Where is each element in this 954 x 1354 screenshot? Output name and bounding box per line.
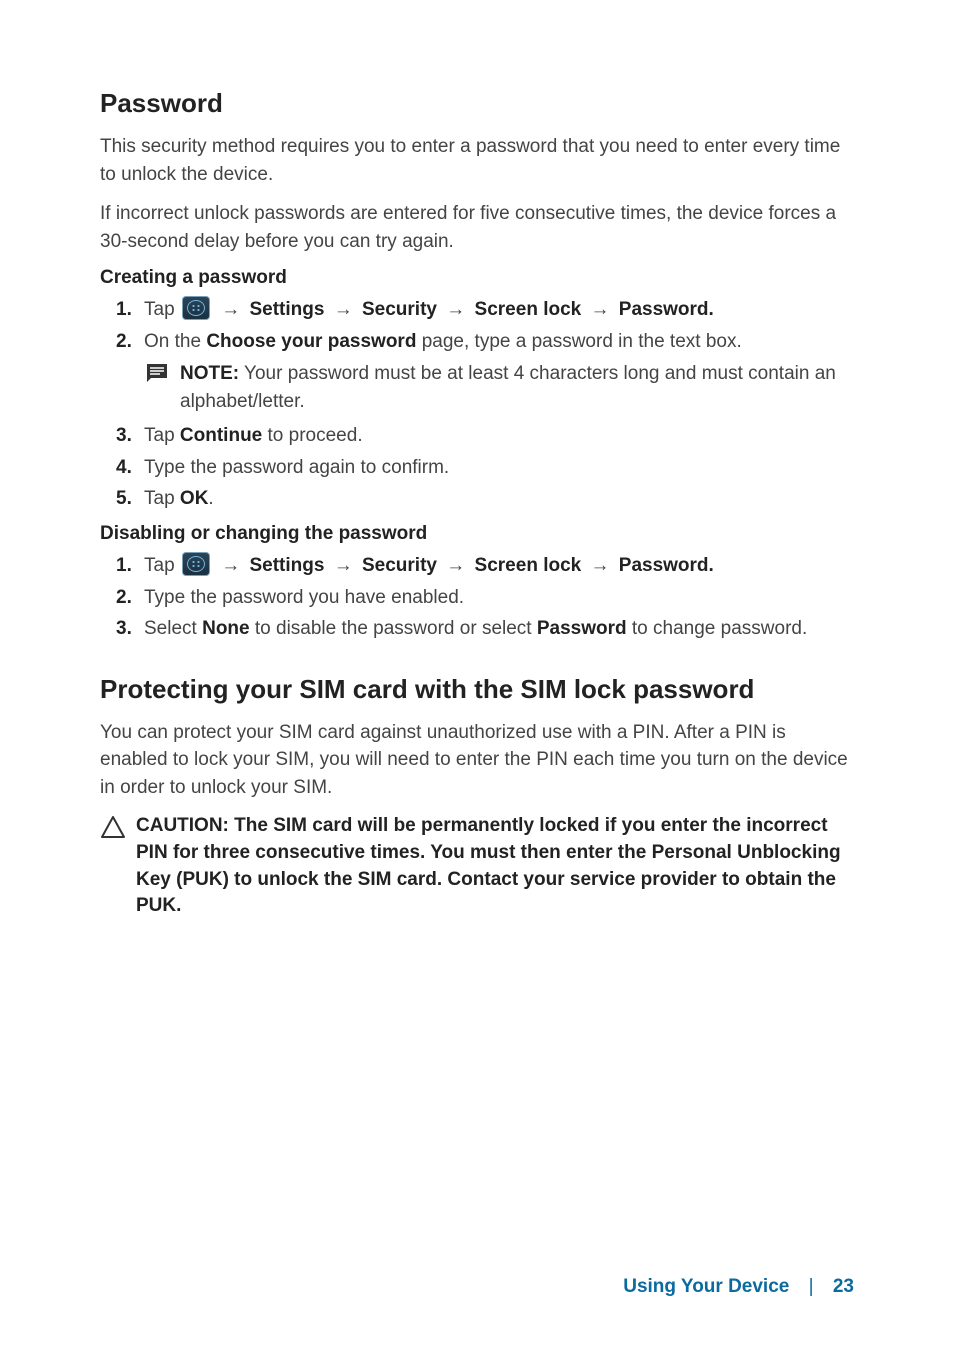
step-text: Tap (144, 555, 180, 576)
step-2: 2. On the Choose your password page, typ… (128, 327, 854, 416)
sim-intro: You can protect your SIM card against un… (100, 719, 854, 802)
step-2: 2. Type the password you have enabled. (128, 583, 854, 612)
step-text: Type the password you have enabled. (144, 587, 464, 608)
step-text: to disable the password or select (250, 618, 537, 639)
step-number: 5. (116, 484, 132, 513)
note-icon (144, 362, 170, 384)
step-number: 2. (116, 327, 132, 356)
nav-password: Password (619, 555, 709, 576)
choose-password-label: Choose your password (206, 331, 416, 352)
step-text: page, type a password in the text box. (416, 331, 741, 352)
footer-section-label: Using Your Device (623, 1276, 789, 1297)
nav-screen-lock: Screen lock (475, 299, 582, 320)
ok-label: OK (180, 488, 209, 509)
heading-sim-lock: Protecting your SIM card with the SIM lo… (100, 674, 854, 705)
intro-paragraph-1: This security method requires you to ent… (100, 133, 854, 188)
password-label: Password (537, 618, 627, 639)
step-3: 3. Select None to disable the password o… (128, 614, 854, 643)
step-text: . (208, 488, 213, 509)
step-number: 3. (116, 614, 132, 643)
intro-paragraph-2: If incorrect unlock passwords are entere… (100, 200, 854, 255)
page-footer: Using Your Device | 23 (623, 1276, 854, 1298)
continue-label: Continue (180, 425, 262, 446)
step-text: Tap (144, 488, 180, 509)
steps-create-password: 1. Tap → Settings → Security → Screen lo… (100, 295, 854, 513)
step-number: 2. (116, 583, 132, 612)
note-label: NOTE: (180, 363, 239, 384)
step-4: 4. Type the password again to confirm. (128, 453, 854, 482)
nav-settings: Settings (249, 555, 324, 576)
step-1: 1. Tap → Settings → Security → Screen lo… (128, 551, 854, 580)
arrow-icon: → (446, 555, 465, 576)
step-1: 1. Tap → Settings → Security → Screen lo… (128, 295, 854, 324)
page-number: 23 (833, 1276, 854, 1297)
arrow-icon: → (334, 555, 353, 576)
apps-icon (182, 296, 210, 320)
arrow-icon: → (591, 299, 610, 320)
step-number: 4. (116, 453, 132, 482)
step-3: 3. Tap Continue to proceed. (128, 421, 854, 450)
subhead-disabling-password: Disabling or changing the password (100, 523, 854, 545)
step-number: 3. (116, 421, 132, 450)
page: Password This security method requires y… (0, 0, 954, 1354)
step-number: 1. (116, 551, 132, 580)
nav-security: Security (362, 555, 437, 576)
nav-security: Security (362, 299, 437, 320)
arrow-icon: → (334, 299, 353, 320)
note-text: Your password must be at least 4 charact… (180, 363, 836, 412)
arrow-icon: → (591, 555, 610, 576)
step-text: Tap (144, 425, 180, 446)
step-text: On the (144, 331, 206, 352)
step-text: Tap (144, 299, 180, 320)
arrow-icon: → (221, 299, 240, 320)
apps-icon (182, 552, 210, 576)
step-text: Type the password again to confirm. (144, 457, 449, 478)
step-text: to proceed. (262, 425, 362, 446)
caution-icon (100, 815, 126, 839)
subhead-creating-password: Creating a password (100, 267, 854, 289)
none-label: None (202, 618, 250, 639)
step-text: to change password. (627, 618, 808, 639)
step-text: Select (144, 618, 202, 639)
caution-text: CAUTION: The SIM card will be permanentl… (136, 815, 841, 916)
step-number: 1. (116, 295, 132, 324)
nav-password: Password (619, 299, 709, 320)
footer-separator: | (809, 1276, 814, 1298)
steps-disable-password: 1. Tap → Settings → Security → Screen lo… (100, 551, 854, 643)
caution-block: CAUTION: The SIM card will be permanentl… (100, 813, 854, 919)
arrow-icon: → (221, 555, 240, 576)
heading-password: Password (100, 88, 854, 119)
note-block: NOTE: Your password must be at least 4 c… (144, 360, 854, 415)
step-5: 5. Tap OK. (128, 484, 854, 513)
arrow-icon: → (446, 299, 465, 320)
nav-screen-lock: Screen lock (475, 555, 582, 576)
nav-settings: Settings (249, 299, 324, 320)
